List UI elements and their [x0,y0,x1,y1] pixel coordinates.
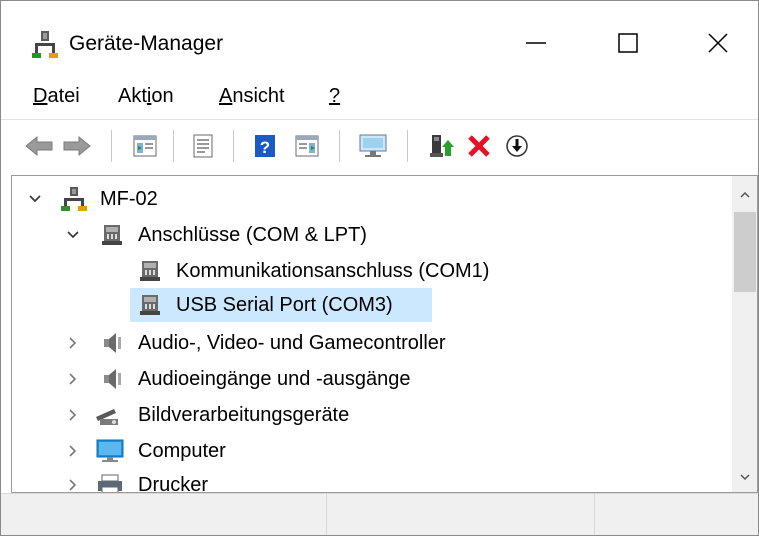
properties-view-icon [133,135,157,157]
toolbar-separator [407,130,408,162]
chevron-right-icon [69,445,77,457]
expand-toggle[interactable] [64,370,82,388]
properties-button[interactable] [185,128,221,164]
update-driver-button[interactable] [423,128,459,164]
window-title: Geräte-Manager [69,32,224,55]
speaker-icon [104,333,121,353]
menu-aktion[interactable]: Aktion [118,85,174,108]
imaging-device-icon [96,409,118,425]
chevron-right-icon [69,479,77,491]
tree-node-com3[interactable]: USB Serial Port (COM3) [12,288,732,322]
tree-node-label: Kommunikationsanschluss (COM1) [176,260,490,282]
expand-toggle[interactable] [64,476,82,492]
tree-node-label: Bildverarbeitungsgeräte [138,404,350,426]
tree-node-ports[interactable]: Anschlüsse (COM & LPT) [12,218,732,252]
scroll-up-button[interactable] [732,182,757,208]
action-pane-icon [295,135,319,157]
tree-node-computer[interactable]: Computer [12,434,732,468]
minimize-icon [526,42,546,44]
expand-toggle[interactable] [64,406,82,424]
chevron-right-icon [69,409,77,421]
enable-device-icon [506,135,528,157]
help-button[interactable]: ? [247,128,283,164]
tree-node-com1[interactable]: Kommunikationsanschluss (COM1) [12,254,732,288]
scan-hardware-button[interactable] [355,128,391,164]
device-properties-icon [193,134,213,158]
menu-datei[interactable]: Datei [33,85,80,108]
chevron-right-icon [69,337,77,349]
port-connector-icon [140,261,160,281]
toolbar-separator [173,130,174,162]
chevron-right-icon [69,373,77,385]
scroll-thumb[interactable] [734,212,756,292]
chevron-up-icon [740,191,750,198]
close-icon [708,33,728,53]
minimize-button[interactable] [501,15,571,71]
tree-node-label: Audioeingänge und -ausgänge [138,368,411,390]
tree-node-label: Anschlüsse (COM & LPT) [138,224,367,246]
title-bar[interactable]: Geräte-Manager [1,1,758,85]
collapse-toggle[interactable] [26,190,44,208]
chevron-down-icon [67,231,79,239]
scan-hardware-icon [359,134,387,157]
tree-node-printer[interactable]: Drucker [12,468,732,493]
uninstall-icon [468,135,490,157]
menu-bar: Datei Aktion Ansicht ? [1,79,758,115]
status-pane-3 [595,494,758,535]
chevron-down-icon [29,195,41,203]
computer-network-icon [61,187,87,211]
collapse-toggle[interactable] [64,226,82,244]
action-pane-button[interactable] [289,128,325,164]
status-pane-1 [1,494,327,535]
expand-toggle[interactable] [64,334,82,352]
device-manager-app-icon [32,31,58,58]
device-tree[interactable]: MF-02 Anschlüsse (COM & LPT) Kommunikati… [11,175,758,493]
close-button[interactable] [683,15,753,71]
status-pane-2 [327,494,595,535]
tree-node-label: USB Serial Port (COM3) [176,294,393,316]
printer-icon [98,474,122,492]
expand-toggle[interactable] [64,442,82,460]
scroll-down-button[interactable] [732,464,757,490]
tree-node-audio-io[interactable]: Audioeingänge und -ausgänge [12,362,732,396]
maximize-icon [618,33,638,53]
menu-ansicht[interactable]: Ansicht [219,85,285,108]
menu-help[interactable]: ? [329,85,340,108]
update-driver-icon [430,135,454,157]
console-tree-button[interactable] [127,128,163,164]
speaker-icon [104,369,121,389]
back-icon [25,135,53,157]
device-manager-window: Geräte-Manager Datei Aktion Ansicht ? ? … [0,0,759,536]
toolbar-separator [233,130,234,162]
back-button[interactable] [21,128,57,164]
toolbar-separator [339,130,340,162]
vertical-scrollbar[interactable] [732,176,757,492]
forward-button[interactable] [59,128,95,164]
port-connector-icon [102,225,122,245]
tree-node-label: Audio-, Video- und Gamecontroller [138,332,446,354]
help-icon: ? [255,135,275,157]
port-connector-icon [140,295,160,315]
tree-node-label: MF-02 [100,188,158,210]
maximize-button[interactable] [593,15,663,71]
tree-node-audio-video[interactable]: Audio-, Video- und Gamecontroller [12,326,732,360]
computer-monitor-icon [96,439,124,462]
status-bar [1,493,758,535]
svg-text:?: ? [260,138,270,157]
uninstall-button[interactable] [461,128,497,164]
tree-node-root[interactable]: MF-02 [12,182,732,216]
tree-node-label: Drucker [138,474,209,493]
tree-node-imaging[interactable]: Bildverarbeitungsgeräte [12,398,732,432]
toolbar: ? [1,119,758,173]
chevron-down-icon [740,474,750,481]
enable-device-button[interactable] [499,128,535,164]
tree-node-label: Computer [138,440,226,462]
forward-icon [63,135,91,157]
toolbar-separator [111,130,112,162]
